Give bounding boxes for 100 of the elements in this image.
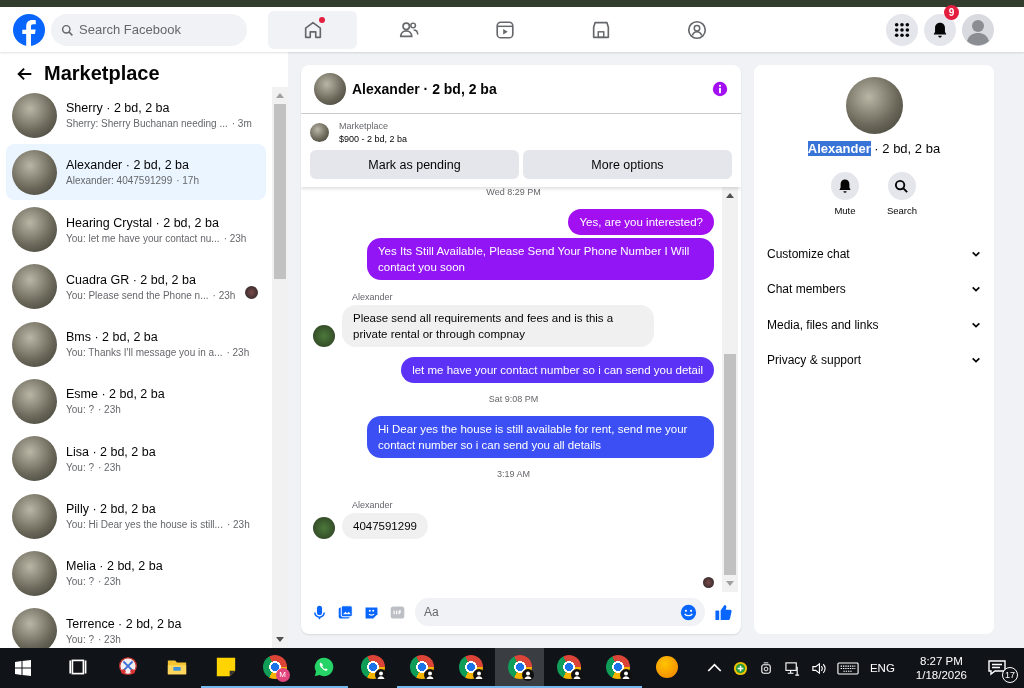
person-badge-icon [472, 669, 485, 681]
message-icon[interactable] [988, 660, 1006, 676]
photo-placeholder [12, 550, 57, 596]
conversation-item[interactable]: Bms · 2 bd, 2 ba You: Thanks I'll message you in a... · 23h [6, 318, 266, 371]
app-circle-icon [655, 656, 678, 678]
conversation-title: Lisa · 2 bd, 2 ba [66, 444, 156, 459]
conversation-item[interactable]: Melia · 2 bd, 2 ba You: ? · 23h [6, 547, 266, 600]
network-icon[interactable] [784, 660, 800, 676]
conversation-item[interactable]: Alexander · 2 bd, 2 ba Alexander: 4047591299 · 17h [6, 144, 266, 201]
message-time: · 23h [98, 633, 121, 645]
section-header[interactable]: Privacy & support [767, 353, 862, 368]
photo-placeholder [12, 92, 57, 138]
message-preview: You: ? [66, 576, 94, 588]
listing-action-button[interactable]: Mark as pending [310, 150, 519, 179]
grid-icon [894, 21, 910, 38]
scissors-icon [116, 656, 139, 678]
camera-icon[interactable] [758, 660, 774, 676]
person-circle-icon [685, 18, 708, 41]
message-preview: You: ? [66, 404, 94, 416]
section-header[interactable]: Media, files and links [767, 317, 879, 332]
photo-placeholder [310, 123, 329, 142]
section-header[interactable]: Customize chat [767, 246, 850, 261]
scrollbar-thumb[interactable] [724, 354, 736, 575]
message-time: · 23h [226, 347, 250, 359]
scrollbar[interactable] [272, 87, 288, 648]
search-icon [61, 23, 74, 37]
photo-placeholder [12, 149, 57, 195]
sender-avatar [313, 325, 335, 347]
person-badge-icon [619, 669, 632, 681]
message-time: · 23h [226, 519, 250, 531]
menu-button[interactable] [886, 13, 918, 46]
timestamp: Wed 8:29 PM [486, 187, 541, 197]
video-icon [493, 18, 516, 41]
conversation-item[interactable]: Pilly · 2 bd, 2 ba You: Hi Dear yes the house is still... · 23h [6, 490, 266, 543]
sent-message: let me have your contact number so i can send you detail [401, 357, 714, 383]
message-preview: You: let me have your contact nu... [66, 232, 220, 244]
message-input[interactable]: Aa [415, 598, 705, 626]
thumbs-up-icon[interactable] [714, 602, 733, 622]
volume-icon[interactable] [810, 660, 826, 676]
message-time: · 23h [212, 289, 236, 301]
conversation-title: Terrence · 2 bd, 2 ba [66, 616, 182, 631]
person-badge-icon [570, 669, 583, 681]
clock[interactable]: 8:27 PM 1/18/2026 [915, 655, 967, 681]
scroll-down-arrow-icon[interactable] [276, 637, 284, 642]
sender-name: Alexander [352, 500, 394, 510]
photo-placeholder [12, 321, 57, 367]
action-label: Search [886, 205, 918, 216]
windows-start-icon[interactable] [15, 660, 31, 676]
sent-message: Hi Dear yes the house is still available for rent, send me your contact number so i can send you all details [367, 416, 714, 458]
photo-placeholder [314, 73, 346, 105]
sender-avatar [313, 517, 335, 539]
photo-placeholder [12, 493, 57, 539]
conversation-title: Cuadra GR · 2 bd, 2 ba [66, 272, 197, 287]
chat-title: Alexander · 2 bd, 2 ba [352, 81, 498, 97]
listing-price: $900 - 2 bd, 2 ba [339, 134, 408, 144]
received-message: Please send all requirements and fees and is this a private rental or through compnay [342, 305, 654, 347]
microphone-icon[interactable] [311, 603, 328, 621]
message-time: · 23h [98, 461, 121, 473]
profile-avatar[interactable] [962, 13, 994, 46]
plus-circle-icon[interactable] [732, 660, 748, 676]
message-time: · 23h [98, 404, 121, 416]
section-header[interactable]: Chat members [767, 282, 846, 297]
chat-bubble-phone-icon [312, 656, 335, 678]
conversation-item[interactable]: Lisa · 2 bd, 2 ba You: ? · 23h [6, 432, 266, 485]
notification-count-badge[interactable]: 17 [1002, 667, 1018, 683]
language-indicator[interactable]: ENG [869, 662, 895, 674]
photo-placeholder [12, 608, 57, 648]
listing-action-button[interactable]: More options [523, 150, 732, 179]
conversation-item[interactable]: Cuadra GR · 2 bd, 2 ba You: Please send the Phone n... · 23h [6, 260, 266, 313]
emoji-icon[interactable] [680, 603, 697, 621]
conversation-item[interactable]: Hearing Crystal · 2 bd, 2 ba You: let me have your contact nu... · 23h [6, 203, 266, 256]
photo-placeholder [845, 77, 903, 134]
conversation-title: Sherry · 2 bd, 2 ba [66, 101, 171, 115]
home-tab[interactable] [268, 10, 357, 49]
keyboard-icon[interactable] [836, 660, 859, 676]
logo-icon[interactable] [13, 13, 45, 46]
scroll-up-arrow-icon[interactable] [726, 193, 734, 198]
message-preview: You: ? [66, 461, 94, 473]
message-time: · 23h [98, 576, 121, 588]
photo-placeholder [12, 207, 57, 253]
taskbar-app[interactable]: M [250, 648, 299, 688]
scrollbar-thumb[interactable] [274, 104, 286, 279]
sent-message: Yes, are you interested? [568, 209, 714, 235]
new-activity-dot [319, 16, 325, 23]
photo-placeholder [12, 379, 57, 424]
timestamp: 3:19 AM [497, 469, 530, 479]
message-preview: Alexander: 4047591299 [66, 175, 173, 187]
taskbar-app[interactable] [495, 648, 544, 688]
message-preview: Sherry: Sherry Buchanan needing ... [66, 118, 228, 129]
scrollbar[interactable] [722, 187, 738, 592]
seen-avatar [703, 577, 714, 588]
photo-icon[interactable] [337, 603, 354, 621]
search-field[interactable]: Search Facebook [51, 13, 247, 46]
received-message: 4047591299 [342, 513, 428, 539]
mute-button[interactable] [830, 172, 859, 200]
search-button[interactable] [888, 172, 916, 200]
info-icon[interactable] [712, 81, 728, 97]
conversation-item[interactable]: Esme · 2 bd, 2 ba You: ? · 23h [6, 375, 266, 428]
conversation-title: Alexander · 2 bd, 2 ba [66, 158, 190, 173]
conversation-item[interactable]: Sherry · 2 bd, 2 ba Sherry: Sherry Buchanan needing ... · 3m [6, 89, 266, 141]
